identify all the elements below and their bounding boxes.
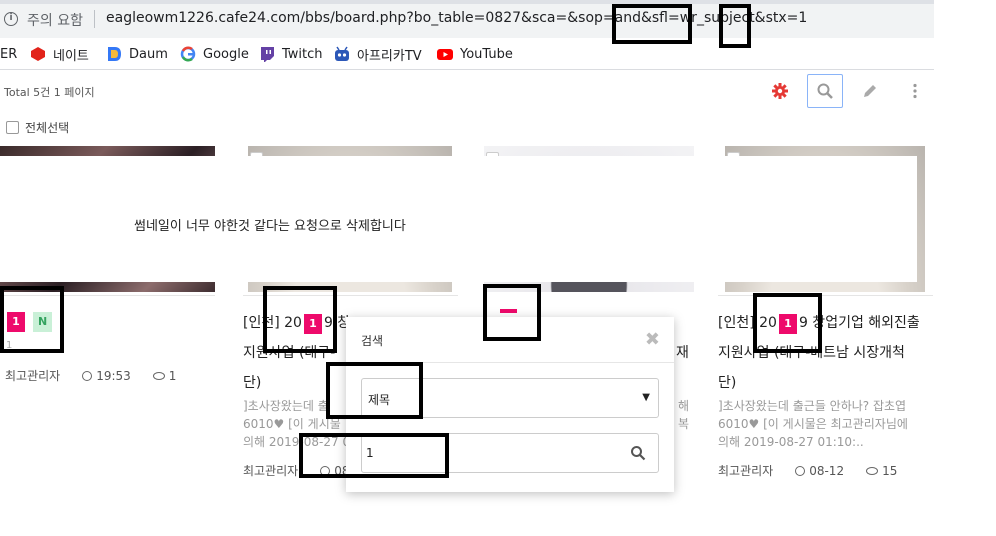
author-name[interactable]: 최고관리자 xyxy=(718,462,773,479)
pencil-icon xyxy=(864,85,876,97)
eye-icon xyxy=(866,466,879,475)
card-title-line[interactable]: 단) xyxy=(718,368,736,398)
bookmark-label: YouTube xyxy=(460,46,513,62)
youtube-icon xyxy=(437,49,453,60)
eye-icon xyxy=(152,371,165,380)
post-time: 08-12 xyxy=(809,463,845,478)
bookmark-label: ER xyxy=(0,46,18,62)
url-text[interactable]: eagleowm1226.cafe24.com/bbs/board.php?bo… xyxy=(106,10,807,26)
google-icon xyxy=(180,46,196,62)
search-icon xyxy=(817,83,833,99)
bookmark-label: Daum xyxy=(129,46,168,62)
chevron-down-icon: ▼ xyxy=(642,392,650,403)
notice-banner: 썸네일이 너무 야한것 같다는 요청으로 삭제합니다 xyxy=(0,156,917,282)
bookmark-label: Twitch xyxy=(282,46,323,62)
select-all[interactable]: 전체선택 xyxy=(6,119,69,136)
bookmark-item[interactable]: ER xyxy=(0,44,17,64)
bookmarks-bar: ER 네이트 Daum Google Twitch 아프리카TV YouTube xyxy=(0,38,934,70)
annotation-box xyxy=(0,286,64,353)
write-button[interactable] xyxy=(852,74,888,108)
clock-icon xyxy=(82,370,93,381)
view-count: 1 xyxy=(168,368,177,383)
card-description: ]초사장왔는데 출 xyxy=(243,399,329,413)
bookmark-label: 네이트 xyxy=(53,48,89,64)
close-icon[interactable]: ✖ xyxy=(645,329,660,350)
bookmark-item[interactable]: 아프리카TV xyxy=(334,44,422,64)
bookmark-item[interactable]: YouTube xyxy=(437,44,513,64)
annotation-box xyxy=(299,433,449,478)
card-description: 해 xyxy=(678,399,690,413)
post-time: 19:53 xyxy=(96,368,131,383)
divider xyxy=(718,295,933,296)
afreecatv-icon xyxy=(335,46,349,61)
annotation-box xyxy=(483,284,541,341)
info-icon[interactable]: i xyxy=(4,12,18,26)
card-description: ]초사장왔는데 출근들 안하나? 잡초엽 xyxy=(718,399,907,413)
card-meta: 최고관리자 19:53 1 xyxy=(5,367,176,384)
annotation-box xyxy=(326,362,423,419)
annotation-box xyxy=(719,4,751,48)
clock-icon xyxy=(795,465,806,476)
card-description: 6010♥ [이 게시물은 최고관리자님에 xyxy=(718,417,908,431)
card-title-line[interactable]: 단) xyxy=(243,368,261,398)
view-count: 15 xyxy=(882,463,898,478)
divider xyxy=(94,10,95,28)
card-title-line[interactable]: 재 xyxy=(676,338,689,368)
select-all-label: 전체선택 xyxy=(25,121,70,135)
tab-strip-edge xyxy=(0,0,934,4)
bookmark-item[interactable]: 네이트 xyxy=(30,44,89,64)
more-vertical-icon xyxy=(913,83,917,99)
bookmark-item[interactable]: Daum xyxy=(106,44,168,64)
annotation-box xyxy=(263,286,337,353)
daum-icon xyxy=(108,47,121,61)
search-toggle-button[interactable] xyxy=(807,74,843,108)
admin-button[interactable] xyxy=(762,74,798,108)
card-meta: 최고관리자 08-12 15 xyxy=(718,462,897,479)
author-name[interactable]: 최고관리자 xyxy=(243,462,298,479)
bookmark-item[interactable]: Twitch xyxy=(259,44,323,64)
bookmark-label: 아프리카TV xyxy=(357,48,422,64)
gear-icon xyxy=(772,83,788,99)
notice-text: 썸네일이 너무 야한것 같다는 요청으로 삭제합니다 xyxy=(134,219,406,234)
more-options-button[interactable] xyxy=(897,74,933,108)
twitch-icon xyxy=(261,47,274,62)
annotation-box xyxy=(612,4,692,44)
author-name[interactable]: 최고관리자 xyxy=(5,367,60,384)
search-icon[interactable] xyxy=(630,445,646,461)
nate-icon xyxy=(31,47,45,61)
modal-title: 검색 xyxy=(361,334,384,348)
select-all-checkbox[interactable] xyxy=(6,121,19,134)
card-description: 의해 2019-08-27 01:10:.. xyxy=(718,435,864,449)
total-count: Total 5건 1 페이지 xyxy=(4,86,95,99)
card-description: 복 xyxy=(678,417,690,431)
security-label[interactable]: 주의 요함 xyxy=(27,10,83,30)
annotation-box xyxy=(753,293,822,353)
bookmark-item[interactable]: Google xyxy=(180,44,249,64)
bookmark-label: Google xyxy=(203,46,249,62)
